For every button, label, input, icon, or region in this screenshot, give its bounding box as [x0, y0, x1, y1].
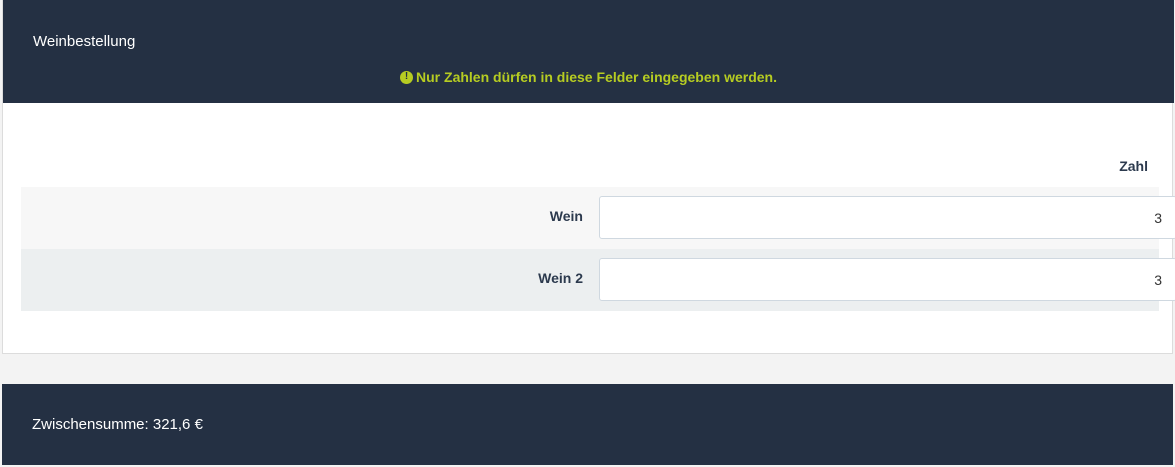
column-header-quantity: Zahl	[1119, 158, 1148, 174]
panel-title: Weinbestellung	[33, 33, 136, 50]
table-row: Wein	[21, 187, 1175, 249]
panel-header: Weinbestellung ! Nur Zahlen dürfen in di…	[3, 0, 1174, 103]
table-row: Wein 2	[21, 249, 1175, 311]
row-label: Wein 2	[538, 270, 583, 286]
validation-warning: ! Nur Zahlen dürfen in diese Felder eing…	[3, 69, 1174, 85]
exclamation-circle-icon: !	[400, 70, 414, 84]
warning-text: Nur Zahlen dürfen in diese Felder eingeg…	[416, 69, 777, 85]
quantity-input[interactable]	[599, 258, 1175, 301]
footer-bar: Zwischensumme: 321,6 €	[2, 384, 1173, 465]
subtotal-text: Zwischensumme: 321,6 €	[32, 416, 203, 433]
order-panel: Weinbestellung ! Nur Zahlen dürfen in di…	[2, 0, 1175, 354]
row-label: Wein	[549, 208, 583, 224]
quantity-input[interactable]	[599, 196, 1175, 239]
